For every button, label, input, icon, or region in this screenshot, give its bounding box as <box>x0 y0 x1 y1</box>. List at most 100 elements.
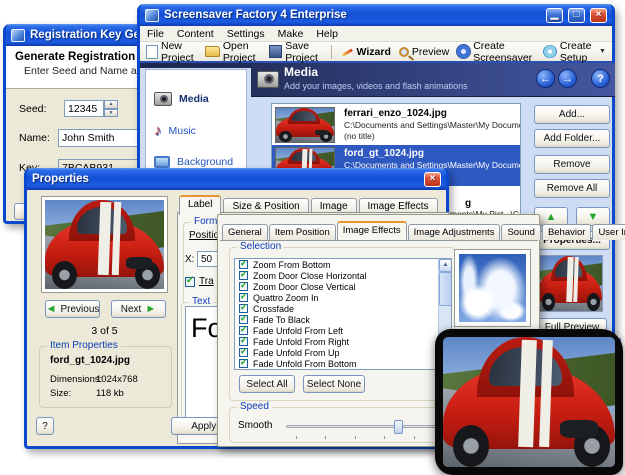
wizard-button[interactable]: Wizard <box>340 45 391 59</box>
effect-item[interactable]: Zoom From Bottom <box>235 259 451 270</box>
tab-image-effects[interactable]: Image Effects <box>337 221 407 240</box>
transparent-checkbox[interactable]: Tra <box>185 276 214 287</box>
media-band-title: Media <box>284 65 318 79</box>
tab-behavior[interactable]: Behavior <box>542 224 592 240</box>
tab-user-interface[interactable]: User Interface <box>592 224 625 240</box>
create-setup-button[interactable]: Create Setup▼ <box>543 40 606 64</box>
back-icon[interactable]: ← <box>536 69 555 88</box>
minimize-icon[interactable]: ▁ <box>546 8 563 23</box>
wizard-label: Wizard <box>357 46 391 58</box>
checkmark-icon[interactable] <box>239 337 248 346</box>
tab-sound[interactable]: Sound <box>501 224 540 240</box>
seed-input[interactable] <box>64 100 104 117</box>
open-project-button[interactable]: Open Project <box>205 40 261 64</box>
app-icon <box>145 9 159 22</box>
ford-gt-scene <box>443 337 615 467</box>
checkmark-icon[interactable] <box>239 282 248 291</box>
menu-make[interactable]: Make <box>278 28 304 40</box>
effects-tabs: General Item Position Image Effects Imag… <box>222 221 625 240</box>
forward-icon[interactable]: → <box>558 69 577 88</box>
tab-label[interactable]: Label <box>179 195 221 215</box>
preview-label: Preview <box>412 46 449 58</box>
prev-arrow-icon: ◄ <box>46 304 57 314</box>
down-arrow-icon: ▼ <box>588 212 599 222</box>
select-all-button[interactable]: Select All <box>239 375 295 393</box>
effect-item[interactable]: Fade Unfold From Up <box>235 347 451 358</box>
camera-icon <box>257 71 279 88</box>
previous-button[interactable]: ◄Previous <box>45 300 100 318</box>
tab-general[interactable]: General <box>222 224 268 240</box>
media-band-subtitle: Add your images, videos and flash animat… <box>284 81 468 91</box>
next-button[interactable]: Next► <box>111 300 166 318</box>
remove-all-button[interactable]: Remove All <box>534 179 610 198</box>
preview-button[interactable]: Preview <box>399 46 449 58</box>
effect-item[interactable]: Quattro Zoom In <box>235 292 451 303</box>
name-label: Name: <box>19 132 50 144</box>
file-note: (no title) <box>344 131 375 141</box>
properties-titlebar[interactable]: Properties × <box>27 168 446 190</box>
menu-file[interactable]: File <box>147 28 164 40</box>
maximize-icon[interactable]: □ <box>568 8 585 23</box>
size-value: 118 kb <box>96 388 124 399</box>
help-icon[interactable]: ? <box>591 69 610 88</box>
effect-item[interactable]: Fade To Black <box>235 314 451 325</box>
checkmark-icon[interactable] <box>239 293 248 302</box>
checkmark-icon[interactable] <box>239 315 248 324</box>
checkmark-icon[interactable] <box>239 326 248 335</box>
checkmark-icon[interactable] <box>239 359 248 368</box>
seed-spinner[interactable]: ▲▼ <box>104 100 118 117</box>
close-icon[interactable]: × <box>590 8 607 23</box>
effect-item[interactable]: Fade Unfold From Bottom <box>235 358 451 369</box>
effect-item[interactable]: Zoom Door Close Horizontal <box>235 270 451 281</box>
new-project-icon <box>146 45 158 59</box>
effect-item[interactable]: Fade Unfold From Right <box>235 336 451 347</box>
sidebar-item-media[interactable]: Media <box>154 92 209 106</box>
checkmark-icon[interactable] <box>239 348 248 357</box>
preview-icon <box>399 47 409 57</box>
effect-label: Quattro Zoom In <box>253 293 319 303</box>
dropdown-arrow-icon: ▼ <box>599 48 606 55</box>
effect-item[interactable]: Crossfade <box>235 303 451 314</box>
sidebar-item-background[interactable]: Background <box>154 156 233 168</box>
add-folder-button[interactable]: Add Folder... <box>534 129 610 148</box>
select-none-button[interactable]: Select None <box>303 375 365 393</box>
create-screensaver-button[interactable]: Create Screensaver <box>457 40 535 64</box>
properties-close-icon[interactable]: × <box>424 172 441 187</box>
scroll-up-icon[interactable]: ▲ <box>439 259 452 272</box>
file-name: ferrari_enzo_1024.jpg <box>344 108 447 119</box>
effect-label: Fade Unfold From Up <box>253 348 340 358</box>
checkmark-icon[interactable] <box>239 271 248 280</box>
smooth-label: Smooth <box>238 420 272 431</box>
checkmark-icon[interactable] <box>239 260 248 269</box>
effect-item[interactable]: Zoom Door Close Vertical <box>235 281 451 292</box>
menu-settings[interactable]: Settings <box>227 28 265 40</box>
main-titlebar[interactable]: Screensaver Factory 4 Enterprise ▁ □ × <box>140 4 612 26</box>
speed-label: Speed <box>237 401 272 413</box>
effects-list[interactable]: Zoom From Bottom Zoom Door Close Horizon… <box>234 258 452 370</box>
effect-label: Fade To Black <box>253 315 310 325</box>
properties-help-button[interactable]: ? <box>36 417 54 435</box>
spin-up-icon[interactable]: ▲ <box>104 100 118 109</box>
menu-content[interactable]: Content <box>177 28 214 40</box>
media-list-row-ferrari[interactable]: ferrari_enzo_1024.jpg C:\Documents and S… <box>272 105 520 145</box>
create-screensaver-icon <box>457 45 470 58</box>
ford-gt-photo <box>435 329 623 475</box>
effect-item[interactable]: Fade Unfold From Left <box>235 325 451 336</box>
wizard-icon <box>340 45 354 59</box>
slider-thumb[interactable] <box>394 420 403 434</box>
menu-help[interactable]: Help <box>316 28 338 40</box>
tab-item-position[interactable]: Item Position <box>269 224 336 240</box>
transparent-label: Tra <box>199 276 214 287</box>
spin-down-icon[interactable]: ▼ <box>104 109 118 118</box>
create-screensaver-label: Create Screensaver <box>473 40 535 64</box>
remove-button[interactable]: Remove <box>534 155 610 174</box>
new-project-button[interactable]: New Project <box>146 40 197 64</box>
tab-image-adjustments[interactable]: Image Adjustments <box>408 224 501 240</box>
toolbar-separator <box>331 45 332 59</box>
scrollbar-thumb[interactable] <box>439 272 452 306</box>
checkmark-icon[interactable] <box>239 304 248 313</box>
sidebar-item-music[interactable]: ♪Music <box>154 124 196 138</box>
save-project-button[interactable]: Save Project <box>269 40 323 64</box>
properties-title: Properties <box>32 173 89 185</box>
add-button[interactable]: Add... <box>534 105 610 124</box>
